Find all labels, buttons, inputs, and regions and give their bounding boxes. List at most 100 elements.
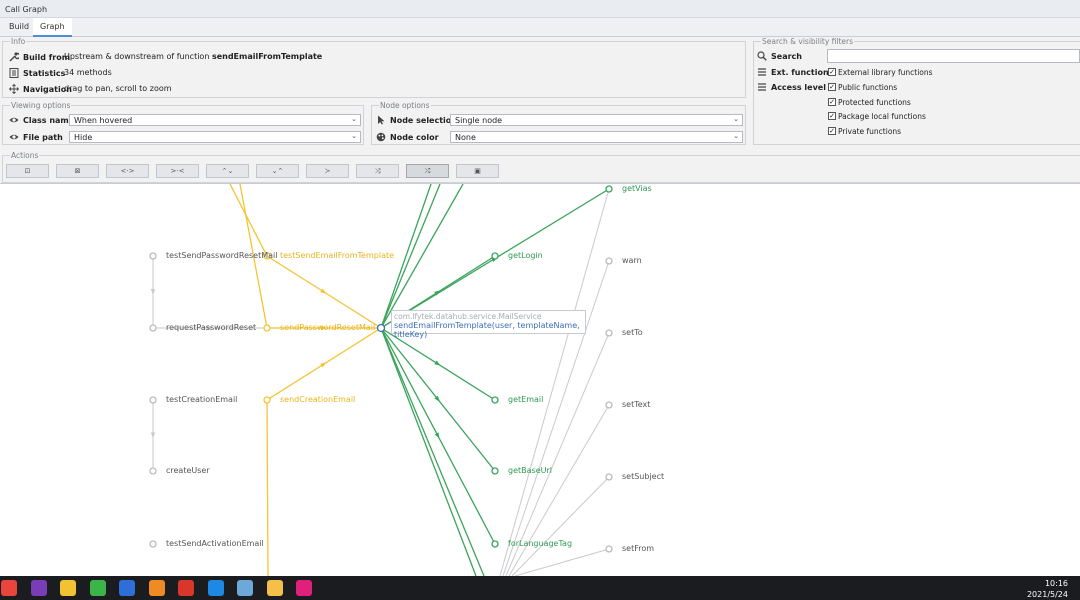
wechat-icon[interactable] bbox=[89, 580, 106, 596]
graph-node-label-setTo[interactable]: setTo bbox=[622, 328, 643, 337]
viewing-options-legend: Viewing options bbox=[10, 101, 72, 110]
graph-edge-offscreen-4 bbox=[380, 327, 485, 576]
graph-node-label-getBaseUrl[interactable]: getBaseUrl bbox=[508, 466, 552, 475]
graph-node-setText bbox=[605, 401, 613, 409]
folder-icon[interactable] bbox=[266, 580, 283, 596]
graph-edge-offscreen-3 bbox=[380, 327, 477, 576]
graph-edge-arrow-9 bbox=[434, 432, 440, 439]
collapse-vertical-button[interactable]: ⌄⌃ bbox=[256, 164, 299, 178]
graph-node-getLogin bbox=[491, 252, 499, 260]
list-icon bbox=[757, 67, 767, 77]
package-local-checkbox-row[interactable]: ✓ Package local functions bbox=[828, 110, 926, 122]
ext-functions-label: Ext. functions bbox=[771, 67, 834, 77]
private-checkbox-row[interactable]: ✓ Private functions bbox=[828, 125, 901, 137]
filters-legend: Search & visibility filters bbox=[761, 37, 855, 46]
graph-edge-arrow-3 bbox=[320, 288, 327, 294]
file-path-select[interactable]: Hide ⌄ bbox=[69, 131, 361, 143]
intellij-icon[interactable] bbox=[296, 580, 312, 596]
tooltip-class-name: com.lfytek.datahub.service.MailService bbox=[394, 312, 542, 321]
gitkraken-icon[interactable] bbox=[178, 580, 194, 596]
public-checkbox[interactable]: ✓ bbox=[828, 83, 836, 91]
class-name-select-value: When hovered bbox=[74, 116, 133, 125]
node-color-select[interactable]: None ⌄ bbox=[450, 131, 743, 143]
search-row: Search bbox=[757, 49, 802, 63]
sublime-icon[interactable] bbox=[148, 580, 165, 596]
system-clock[interactable]: 10:16 2021/5/24 bbox=[1027, 578, 1068, 600]
private-checkbox[interactable]: ✓ bbox=[828, 127, 836, 135]
graph-node-label-sendCreationEmail[interactable]: sendCreationEmail bbox=[280, 395, 355, 404]
graph-node-label-sendPasswordResetMail[interactable]: sendPasswordResetMail bbox=[280, 323, 375, 332]
graph-node-label-testSendActivationEmail[interactable]: testSendActivationEmail bbox=[166, 539, 264, 548]
ext-library-checkbox[interactable]: ✓ bbox=[828, 68, 836, 76]
pointer-icon bbox=[376, 115, 386, 125]
graph-node-testSendActivationEmail bbox=[149, 540, 157, 548]
node-selection-select-value: Single node bbox=[455, 116, 503, 125]
call-graph-canvas[interactable]: testSendPasswordResetMail testSendEmailFr… bbox=[0, 184, 1080, 576]
access-level-row: Access level bbox=[757, 80, 826, 94]
public-checkbox-row[interactable]: ✓ Public functions bbox=[828, 81, 897, 93]
graph-node-label-warn[interactable]: warn bbox=[622, 256, 642, 265]
graph-edge-offscreen-6 bbox=[229, 184, 268, 257]
graph-node-label-createUser[interactable]: createUser bbox=[166, 466, 210, 475]
graph-edge-arrow-0 bbox=[150, 289, 156, 295]
graph-node-createUser bbox=[149, 467, 157, 475]
graph-node-label-testSendEmailFromTemplate[interactable]: testSendEmailFromTemplate bbox=[280, 251, 394, 260]
graph-node-label-setFrom[interactable]: setFrom bbox=[622, 544, 654, 553]
layout-split-button[interactable]: ⤨ bbox=[356, 164, 399, 178]
fit-to-view-button[interactable]: ⊡ bbox=[6, 164, 49, 178]
graph-node-label-requestPasswordReset[interactable]: requestPasswordReset bbox=[166, 323, 256, 332]
class-name-row: Class name bbox=[9, 113, 74, 127]
chevron-down-icon: ⌄ bbox=[733, 132, 739, 140]
expand-vertical-button[interactable]: ⌃⌄ bbox=[206, 164, 249, 178]
edge-icon[interactable] bbox=[207, 580, 224, 596]
class-name-label: Class name bbox=[23, 115, 75, 125]
protected-checkbox[interactable]: ✓ bbox=[828, 98, 836, 106]
node-selection-select[interactable]: Single node ⌄ bbox=[450, 114, 743, 126]
search-input[interactable] bbox=[827, 49, 1080, 63]
layout-merge-button[interactable]: ≻ bbox=[306, 164, 349, 178]
chrome-icon[interactable] bbox=[1, 580, 17, 596]
graph-node-label-forLanguageTag[interactable]: forLanguageTag bbox=[508, 539, 572, 548]
navigation-value: drag to pan, scroll to zoom bbox=[64, 84, 172, 93]
call-graph-svg bbox=[149, 184, 613, 576]
explorer-icon[interactable] bbox=[60, 580, 76, 596]
tab-build[interactable]: Build bbox=[2, 18, 36, 37]
info-legend: Info bbox=[10, 37, 27, 46]
expand-horizontal-button[interactable]: <·> bbox=[106, 164, 149, 178]
graph-node-sendEmailFromTemplate bbox=[376, 323, 386, 333]
class-name-select[interactable]: When hovered ⌄ bbox=[69, 114, 361, 126]
graph-node-getBaseUrl bbox=[491, 467, 499, 475]
fit-best-button[interactable]: ⊠ bbox=[56, 164, 99, 178]
taskbar: 10:16 2021/5/24 bbox=[0, 576, 1080, 600]
search-label: Search bbox=[771, 51, 802, 61]
graph-node-label-testSendPasswordResetMail[interactable]: testSendPasswordResetMail bbox=[166, 251, 277, 260]
onenote-icon[interactable] bbox=[30, 580, 47, 596]
chevron-down-icon: ⌄ bbox=[733, 115, 739, 123]
graph-node-label-setText[interactable]: setText bbox=[622, 400, 650, 409]
graph-node-label-setSubject[interactable]: setSubject bbox=[622, 472, 664, 481]
statistics-value: 34 methods bbox=[64, 68, 112, 77]
package-local-checkbox[interactable]: ✓ bbox=[828, 112, 836, 120]
layout-shuffle-button[interactable]: ⤮ bbox=[406, 164, 449, 178]
graph-node-setFrom bbox=[605, 545, 613, 553]
graph-node-label-getVias[interactable]: getVias bbox=[622, 184, 652, 193]
wrench-icon bbox=[9, 52, 21, 62]
protected-checkbox-row[interactable]: ✓ Protected functions bbox=[828, 96, 911, 108]
graph-edge-setFrom bbox=[514, 548, 610, 576]
statistics-label: Statistics bbox=[23, 68, 66, 78]
screenshot-button[interactable]: ▣ bbox=[456, 164, 499, 178]
notepad-icon[interactable] bbox=[237, 580, 253, 596]
file-path-label: File path bbox=[23, 132, 63, 142]
typora-icon[interactable] bbox=[119, 580, 135, 596]
graph-node-label-getEmail[interactable]: getEmail bbox=[508, 395, 543, 404]
clock-date: 2021/5/24 bbox=[1026, 590, 1068, 599]
tab-graph[interactable]: Graph bbox=[33, 18, 72, 37]
public-label: Public functions bbox=[838, 82, 898, 92]
graph-node-requestPasswordReset bbox=[149, 324, 157, 332]
collapse-horizontal-button[interactable]: >·< bbox=[156, 164, 199, 178]
graph-node-label-getLogin[interactable]: getLogin bbox=[508, 251, 543, 260]
window-title-bar: Call Graph bbox=[0, 0, 1080, 18]
ext-library-checkbox-row[interactable]: ✓ External library functions bbox=[828, 66, 933, 78]
graph-edge-getVias bbox=[499, 188, 610, 576]
graph-node-label-testCreationEmail[interactable]: testCreationEmail bbox=[166, 395, 237, 404]
